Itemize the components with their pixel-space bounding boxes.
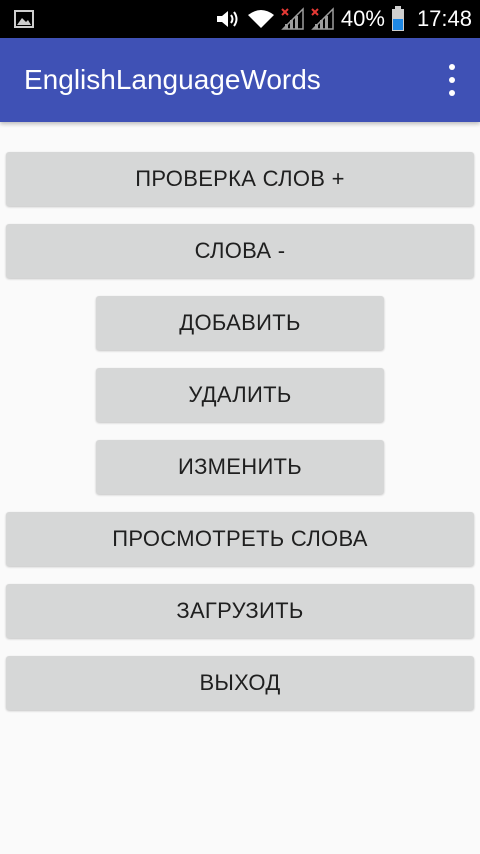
- add-button[interactable]: ДОБАВИТЬ: [96, 296, 384, 350]
- edit-button[interactable]: ИЗМЕНИТЬ: [96, 440, 384, 494]
- view-words-button[interactable]: ПРОСМОТРЕТЬ СЛОВА: [6, 512, 474, 566]
- load-button[interactable]: ЗАГРУЗИТЬ: [6, 584, 474, 638]
- status-icons: 40% 17:48: [215, 0, 472, 38]
- volume-icon: [215, 8, 241, 30]
- image-notification-icon: [14, 9, 34, 29]
- battery-icon: [391, 6, 405, 32]
- wifi-icon: [247, 8, 275, 30]
- exit-button[interactable]: ВЫХОД: [6, 656, 474, 710]
- delete-button[interactable]: УДАЛИТЬ: [96, 368, 384, 422]
- app-bar: EnglishLanguageWords: [0, 38, 480, 122]
- app-title: EnglishLanguageWords: [24, 64, 321, 95]
- signal-no-service-icon: [311, 7, 335, 31]
- status-bar: 40% 17:48: [0, 0, 480, 38]
- signal-no-service-icon: [281, 7, 305, 31]
- battery-percent: 40%: [340, 6, 385, 31]
- check-words-button[interactable]: ПРОВЕРКА СЛОВ +: [6, 152, 474, 206]
- overflow-menu-icon[interactable]: [442, 64, 462, 96]
- clock: 17:48: [416, 6, 472, 31]
- words-toggle-button[interactable]: СЛОВА -: [6, 224, 474, 278]
